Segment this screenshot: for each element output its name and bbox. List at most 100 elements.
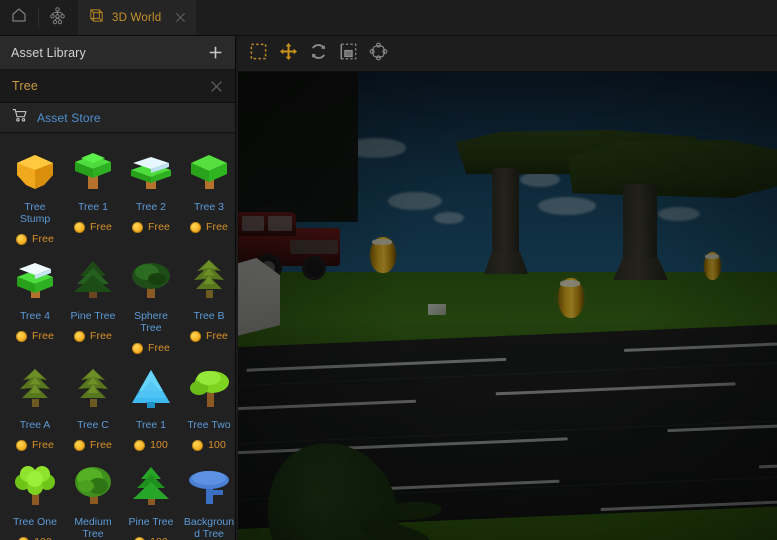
asset-name: Tree 1	[66, 201, 120, 213]
asset-thumbnail-icon	[9, 462, 61, 510]
asset-name: Tree Stump	[8, 201, 62, 225]
page-title: Asset Library	[11, 46, 205, 60]
app-root: 3D World Asset Library Tree	[0, 0, 777, 540]
asset-thumbnail-icon	[183, 462, 235, 510]
asset-price-row: Free	[74, 438, 112, 452]
asset-card[interactable]: Sphere Tree Free	[122, 250, 180, 359]
asset-price-row: 100	[18, 535, 52, 540]
clear-search-icon[interactable]	[207, 77, 225, 95]
asset-name: Tree 2	[124, 201, 178, 213]
home-icon	[10, 6, 28, 29]
asset-price-row: Free	[190, 220, 228, 234]
asset-card[interactable]: Medium Tree100	[64, 456, 122, 540]
foreground-shadow	[238, 72, 358, 222]
asset-price: Free	[206, 330, 228, 342]
asset-card[interactable]: Pine Tree 100	[122, 456, 180, 540]
panel-header: Asset Library	[0, 36, 235, 70]
cube-icon	[88, 7, 105, 29]
asset-name: Sphere Tree	[124, 310, 178, 334]
asset-library-panel: Asset Library Tree	[0, 36, 236, 540]
asset-card[interactable]: Tree Stump Free	[6, 141, 64, 250]
asset-name: Tree 1	[124, 419, 178, 431]
cloud	[520, 172, 560, 187]
coin-icon	[192, 440, 203, 451]
coin-highlight	[560, 280, 580, 287]
asset-thumbnail-icon	[183, 147, 235, 195]
hierarchy-button[interactable]	[38, 0, 76, 35]
tab-label: 3D World	[112, 12, 161, 24]
asset-card[interactable]: Tree 4Free	[6, 250, 64, 359]
asset-price-row: Free	[16, 232, 54, 246]
asset-card[interactable]: Tree 1 Free	[64, 141, 122, 250]
scale-tool-button[interactable]	[334, 40, 362, 68]
coin-icon	[18, 537, 29, 540]
asset-thumbnail-icon	[67, 256, 119, 304]
coin-icon	[190, 331, 201, 342]
tree-canopy	[568, 140, 777, 198]
asset-card[interactable]: Tree 1 100	[122, 359, 180, 456]
asset-price-row: Free	[132, 220, 170, 234]
rotate-icon	[309, 42, 328, 66]
transform-tool-button[interactable]	[364, 40, 392, 68]
asset-card[interactable]: Tree 3Free	[180, 141, 236, 250]
asset-price: Free	[32, 330, 54, 342]
asset-card[interactable]: Background Tree100	[180, 456, 236, 540]
asset-card[interactable]: Pine Tree Free	[64, 250, 122, 359]
asset-card[interactable]: Tree A Free	[6, 359, 64, 456]
coin-icon	[132, 222, 143, 233]
coin-icon	[132, 343, 143, 354]
asset-card[interactable]: Tree B Free	[180, 250, 236, 359]
asset-card[interactable]: Tree Two100	[180, 359, 236, 456]
scene-canvas[interactable]	[238, 72, 777, 540]
select-tool-button[interactable]	[244, 40, 272, 68]
add-asset-button[interactable]	[205, 43, 225, 63]
coin-icon	[16, 234, 27, 245]
asset-price-row: Free	[190, 329, 228, 343]
search-bar[interactable]: Tree	[0, 70, 235, 103]
move-tool-button[interactable]	[274, 40, 302, 68]
asset-price-row: Free	[132, 341, 170, 355]
asset-price: Free	[32, 439, 54, 451]
asset-price: 100	[34, 536, 52, 540]
asset-name: Medium Tree	[66, 516, 120, 540]
coin-icon	[134, 537, 145, 540]
asset-grid: Tree Stump Free Tree 1 Free Tree 2 Free Tre…	[0, 133, 235, 540]
asset-card[interactable]: Tree CFree	[64, 359, 122, 456]
scale-icon	[339, 42, 358, 66]
asset-name: Tree B	[182, 310, 236, 322]
asset-card[interactable]: Tree 2 Free	[122, 141, 180, 250]
asset-price: Free	[90, 330, 112, 342]
asset-name: Pine Tree	[66, 310, 120, 322]
asset-price: 100	[150, 439, 168, 451]
close-icon[interactable]	[174, 11, 187, 24]
asset-price-row: 100	[192, 438, 226, 452]
viewport-toolbar	[238, 36, 777, 72]
asset-thumbnail-icon	[125, 462, 177, 510]
asset-price: Free	[90, 439, 112, 451]
home-button[interactable]	[0, 0, 38, 35]
asset-thumbnail-icon	[9, 365, 61, 413]
asset-store-link[interactable]: Asset Store	[0, 103, 235, 133]
viewport-3d[interactable]	[238, 36, 777, 540]
asset-price-row: 100	[134, 535, 168, 540]
search-input[interactable]: Tree	[12, 79, 207, 93]
asset-thumbnail-icon	[67, 147, 119, 195]
coin-icon	[190, 222, 201, 233]
asset-thumbnail-icon	[183, 365, 235, 413]
vehicle-grille	[290, 240, 338, 254]
road-marker	[428, 304, 446, 315]
asset-price-row: Free	[74, 220, 112, 234]
asset-card[interactable]: Tree One100	[6, 456, 64, 540]
asset-name: Pine Tree	[124, 516, 178, 528]
tab-3d-world[interactable]: 3D World	[78, 0, 196, 35]
asset-price: Free	[32, 233, 54, 245]
asset-name: Tree A	[8, 419, 62, 431]
coin-icon	[16, 331, 27, 342]
asset-price-row: 100	[134, 438, 168, 452]
rotate-tool-button[interactable]	[304, 40, 332, 68]
asset-price: 100	[150, 536, 168, 540]
cart-icon	[12, 108, 28, 128]
asset-thumbnail-icon	[125, 365, 177, 413]
asset-thumbnail-icon	[67, 462, 119, 510]
coin-highlight	[705, 254, 719, 259]
